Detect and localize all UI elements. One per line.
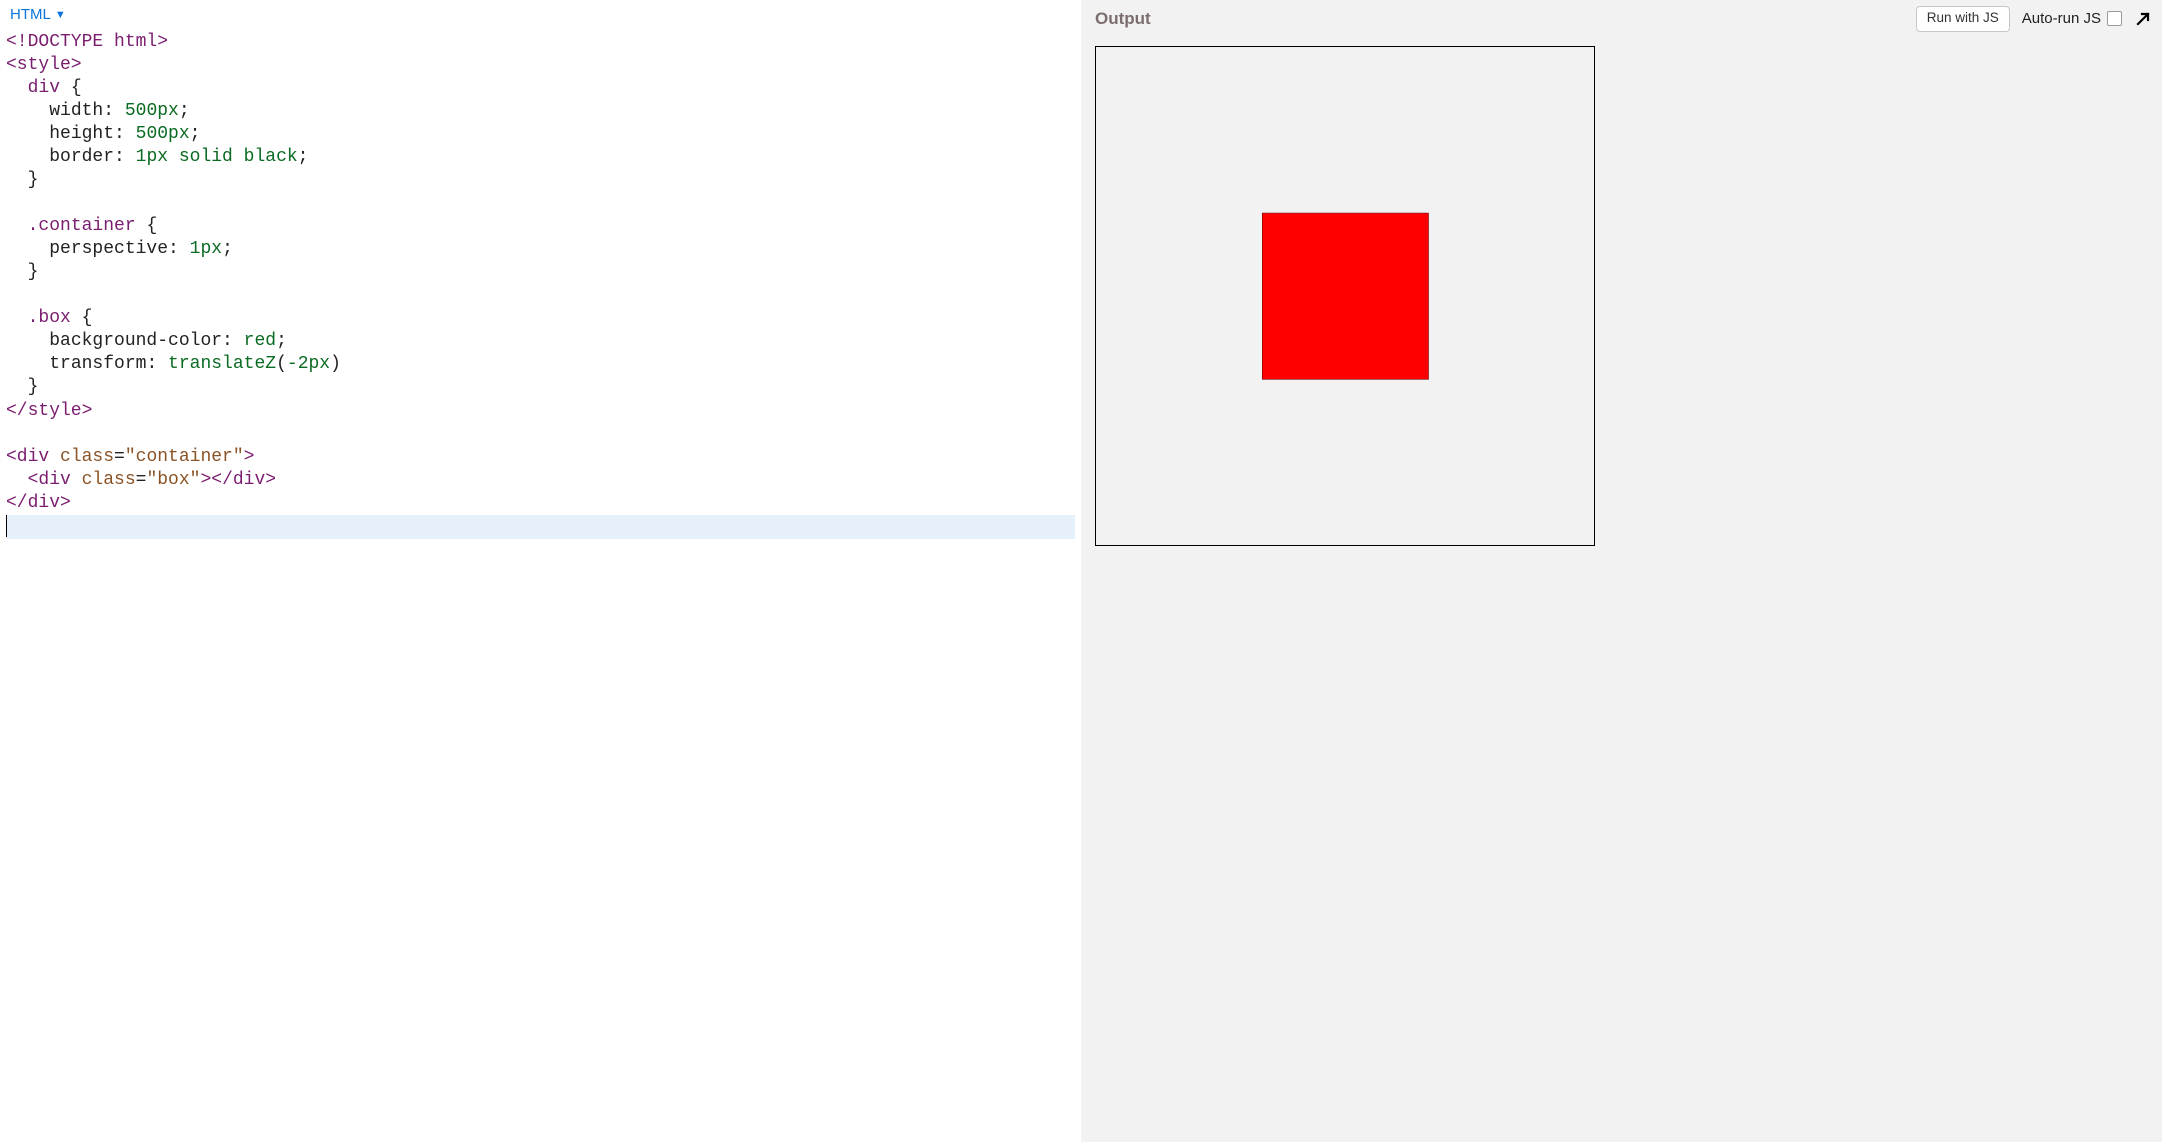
output-header: Output Run with JS Auto-run JS: [1081, 0, 2162, 36]
code-line: div {: [6, 77, 1075, 100]
popout-icon[interactable]: [2134, 10, 2152, 28]
code-line: background-color: red;: [6, 330, 1075, 353]
code-line: .container {: [6, 215, 1075, 238]
code-line: .box {: [6, 307, 1075, 330]
editor-header: HTML ▼: [0, 0, 1081, 27]
code-line: [6, 284, 1075, 307]
autorun-checkbox[interactable]: [2107, 11, 2122, 26]
editor-panel: HTML ▼ <!DOCTYPE html><style> div { widt…: [0, 0, 1081, 1142]
code-line: }: [6, 376, 1075, 399]
app: HTML ▼ <!DOCTYPE html><style> div { widt…: [0, 0, 2162, 1142]
run-button[interactable]: Run with JS: [1916, 6, 2010, 32]
output-preview: [1081, 36, 2162, 1142]
preview-box: [1262, 213, 1429, 380]
language-select[interactable]: HTML ▼: [10, 6, 66, 23]
code-line: }: [6, 169, 1075, 192]
code-line-active: [6, 515, 1075, 539]
code-line: transform: translateZ(-2px): [6, 353, 1075, 376]
code-line: </style>: [6, 400, 1075, 423]
code-line: [6, 423, 1075, 446]
code-line: </div>: [6, 492, 1075, 515]
code-line: <!DOCTYPE html>: [6, 31, 1075, 54]
code-line: [6, 192, 1075, 215]
code-line: perspective: 1px;: [6, 238, 1075, 261]
code-line: <div class="container">: [6, 446, 1075, 469]
autorun-label: Auto-run JS: [2022, 10, 2101, 27]
autorun-toggle[interactable]: Auto-run JS: [2022, 10, 2122, 27]
output-title: Output: [1095, 9, 1151, 29]
language-label: HTML: [10, 6, 51, 23]
code-line: border: 1px solid black;: [6, 146, 1075, 169]
code-line: height: 500px;: [6, 123, 1075, 146]
chevron-down-icon: ▼: [55, 10, 66, 21]
code-editor[interactable]: <!DOCTYPE html><style> div { width: 500p…: [0, 27, 1081, 1142]
output-panel: Output Run with JS Auto-run JS: [1081, 0, 2162, 1142]
code-line: <style>: [6, 54, 1075, 77]
code-line: <div class="box"></div>: [6, 469, 1075, 492]
preview-container: [1095, 46, 1595, 546]
text-cursor: [6, 515, 7, 537]
code-line: }: [6, 261, 1075, 284]
code-line: width: 500px;: [6, 100, 1075, 123]
